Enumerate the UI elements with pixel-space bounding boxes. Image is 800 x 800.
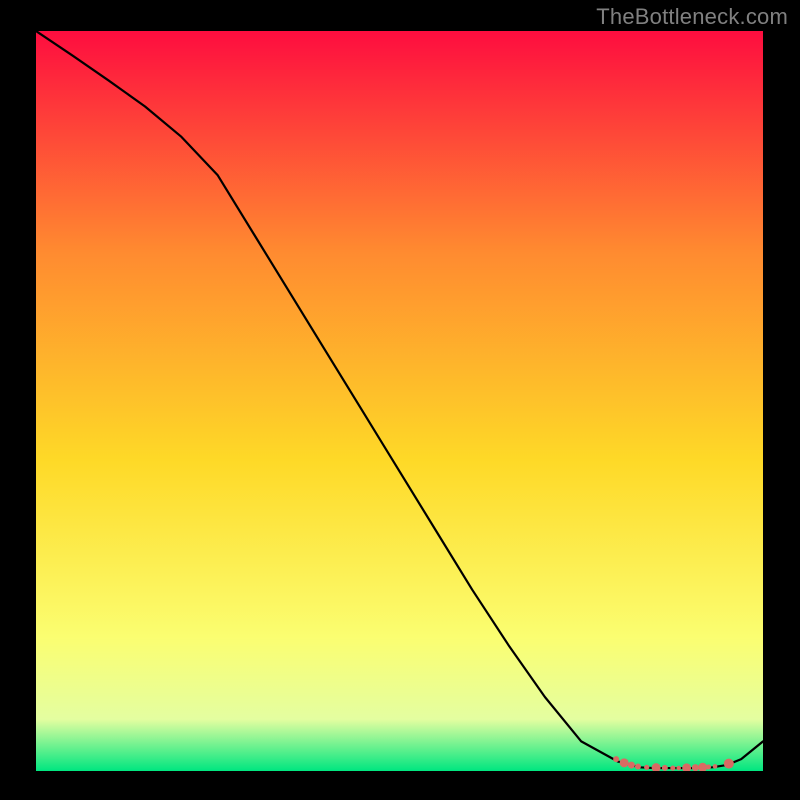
marker-dot: [635, 764, 641, 770]
plot-area: [36, 31, 763, 771]
marker-dot: [706, 764, 711, 769]
marker-dot: [613, 756, 619, 762]
chart-svg: [36, 31, 763, 771]
chart-container: TheBottleneck.com: [0, 0, 800, 800]
gradient-background: [36, 31, 763, 771]
marker-dot: [620, 758, 629, 767]
marker-dot: [692, 764, 699, 771]
marker-dot: [628, 762, 635, 769]
marker-dot: [676, 766, 681, 771]
marker-dot: [713, 764, 718, 769]
watermark-text: TheBottleneck.com: [596, 4, 788, 30]
marker-dot: [670, 765, 675, 770]
marker-dot: [644, 765, 649, 770]
marker-dot: [724, 759, 734, 769]
marker-dot: [662, 765, 668, 771]
